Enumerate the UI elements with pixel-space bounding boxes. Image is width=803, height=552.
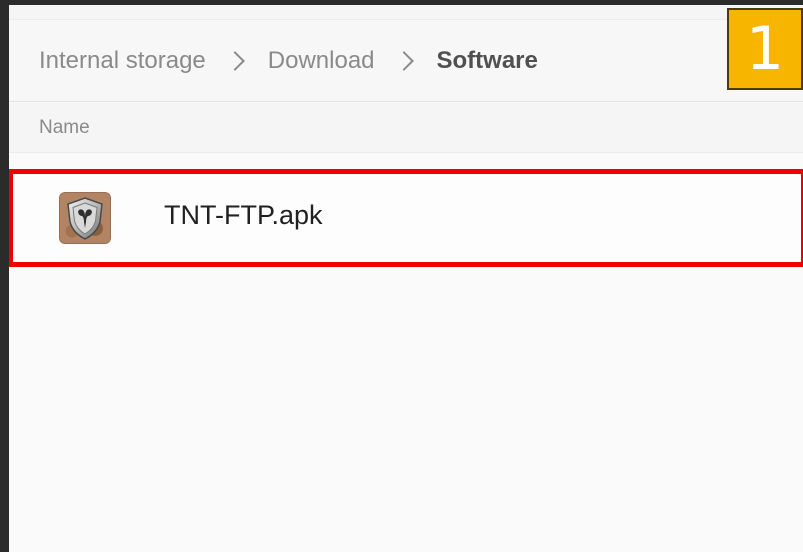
status-bar [9,5,803,20]
step-badge: 1 [727,8,803,90]
breadcrumb: Internal storage Download Software [9,20,803,102]
list-item[interactable]: TNT-FTP.apk [9,170,803,265]
chevron-right-icon [224,50,245,71]
apk-shield-icon [59,192,111,244]
breadcrumb-software[interactable]: Software [437,47,538,75]
column-header: Name [9,103,803,153]
column-header-name[interactable]: Name [39,117,90,139]
screenshot-frame: Internal storage Download Software Name [0,0,803,552]
breadcrumb-internal-storage[interactable]: Internal storage [39,47,206,75]
device-bezel-left [0,0,9,552]
chevron-right-icon [393,50,414,71]
file-manager-screen: Internal storage Download Software Name [9,5,803,552]
breadcrumb-download[interactable]: Download [268,47,375,75]
file-name: TNT-FTP.apk [164,200,323,230]
file-list: TNT-FTP.apk [9,154,803,552]
step-number: 1 [745,14,785,84]
